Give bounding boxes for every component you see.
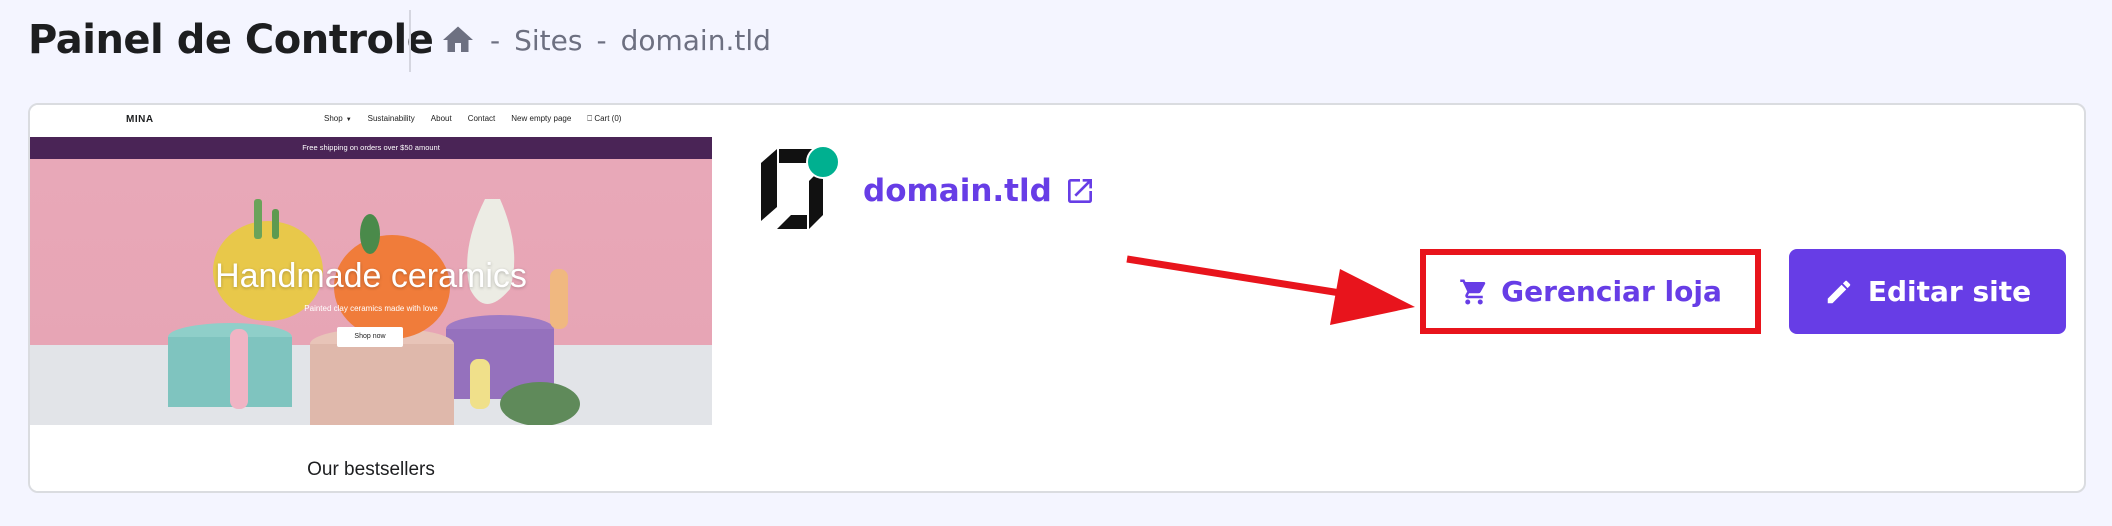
external-link-icon[interactable] <box>1064 175 1096 207</box>
preview-navbar: MINA Shop ▼ Sustainability About Contact … <box>30 105 712 137</box>
header-divider <box>409 10 411 72</box>
domain-link[interactable]: domain.tld <box>863 173 1096 209</box>
preview-menu-item: About <box>430 114 452 123</box>
preview-hero-subtitle: Painted clay ceramics made with love <box>304 304 438 313</box>
preview-brand: MINA <box>126 114 154 125</box>
home-icon[interactable] <box>440 22 476 58</box>
annotation-arrow <box>1126 255 1415 325</box>
edit-site-label: Editar site <box>1867 275 2032 308</box>
site-preview[interactable]: MINA Shop ▼ Sustainability About Contact … <box>30 105 712 491</box>
preview-menu-item: Sustainability <box>367 114 415 123</box>
page-title: Painel de Controle <box>28 17 434 63</box>
preview-cart: ⎕ Cart (0) <box>587 114 622 123</box>
status-indicator <box>806 145 840 179</box>
site-card: MINA Shop ▼ Sustainability About Contact … <box>28 103 2086 493</box>
breadcrumb-item-sites[interactable]: Sites <box>514 24 582 57</box>
edit-site-button[interactable]: Editar site <box>1789 249 2066 334</box>
preview-menu-item: Shop ▼ <box>324 114 352 123</box>
preview-hero-title: Handmade ceramics <box>215 257 527 295</box>
manage-store-label: Gerenciar loja <box>1501 275 1722 308</box>
domain-name[interactable]: domain.tld <box>863 173 1052 209</box>
preview-hero: Handmade ceramics Painted clay ceramics … <box>30 159 712 425</box>
preview-shipping-banner: Free shipping on orders over $50 amount <box>30 137 712 159</box>
preview-menu-item: Contact <box>467 114 496 123</box>
breadcrumb: - Sites - domain.tld <box>440 18 771 62</box>
breadcrumb-separator: - <box>596 23 607 57</box>
preview-shop-now-button: Shop now <box>337 327 403 347</box>
breadcrumb-item-domain: domain.tld <box>620 23 771 57</box>
manage-store-button[interactable]: Gerenciar loja <box>1430 259 1751 324</box>
breadcrumb-separator: - <box>490 23 501 57</box>
preview-menu: Shop ▼ Sustainability About Contact New e… <box>324 114 621 124</box>
cart-icon <box>1460 279 1486 304</box>
preview-section-title: Our bestsellers <box>307 459 435 480</box>
preview-menu-item: New empty page <box>511 114 572 123</box>
pencil-icon <box>1827 280 1851 303</box>
